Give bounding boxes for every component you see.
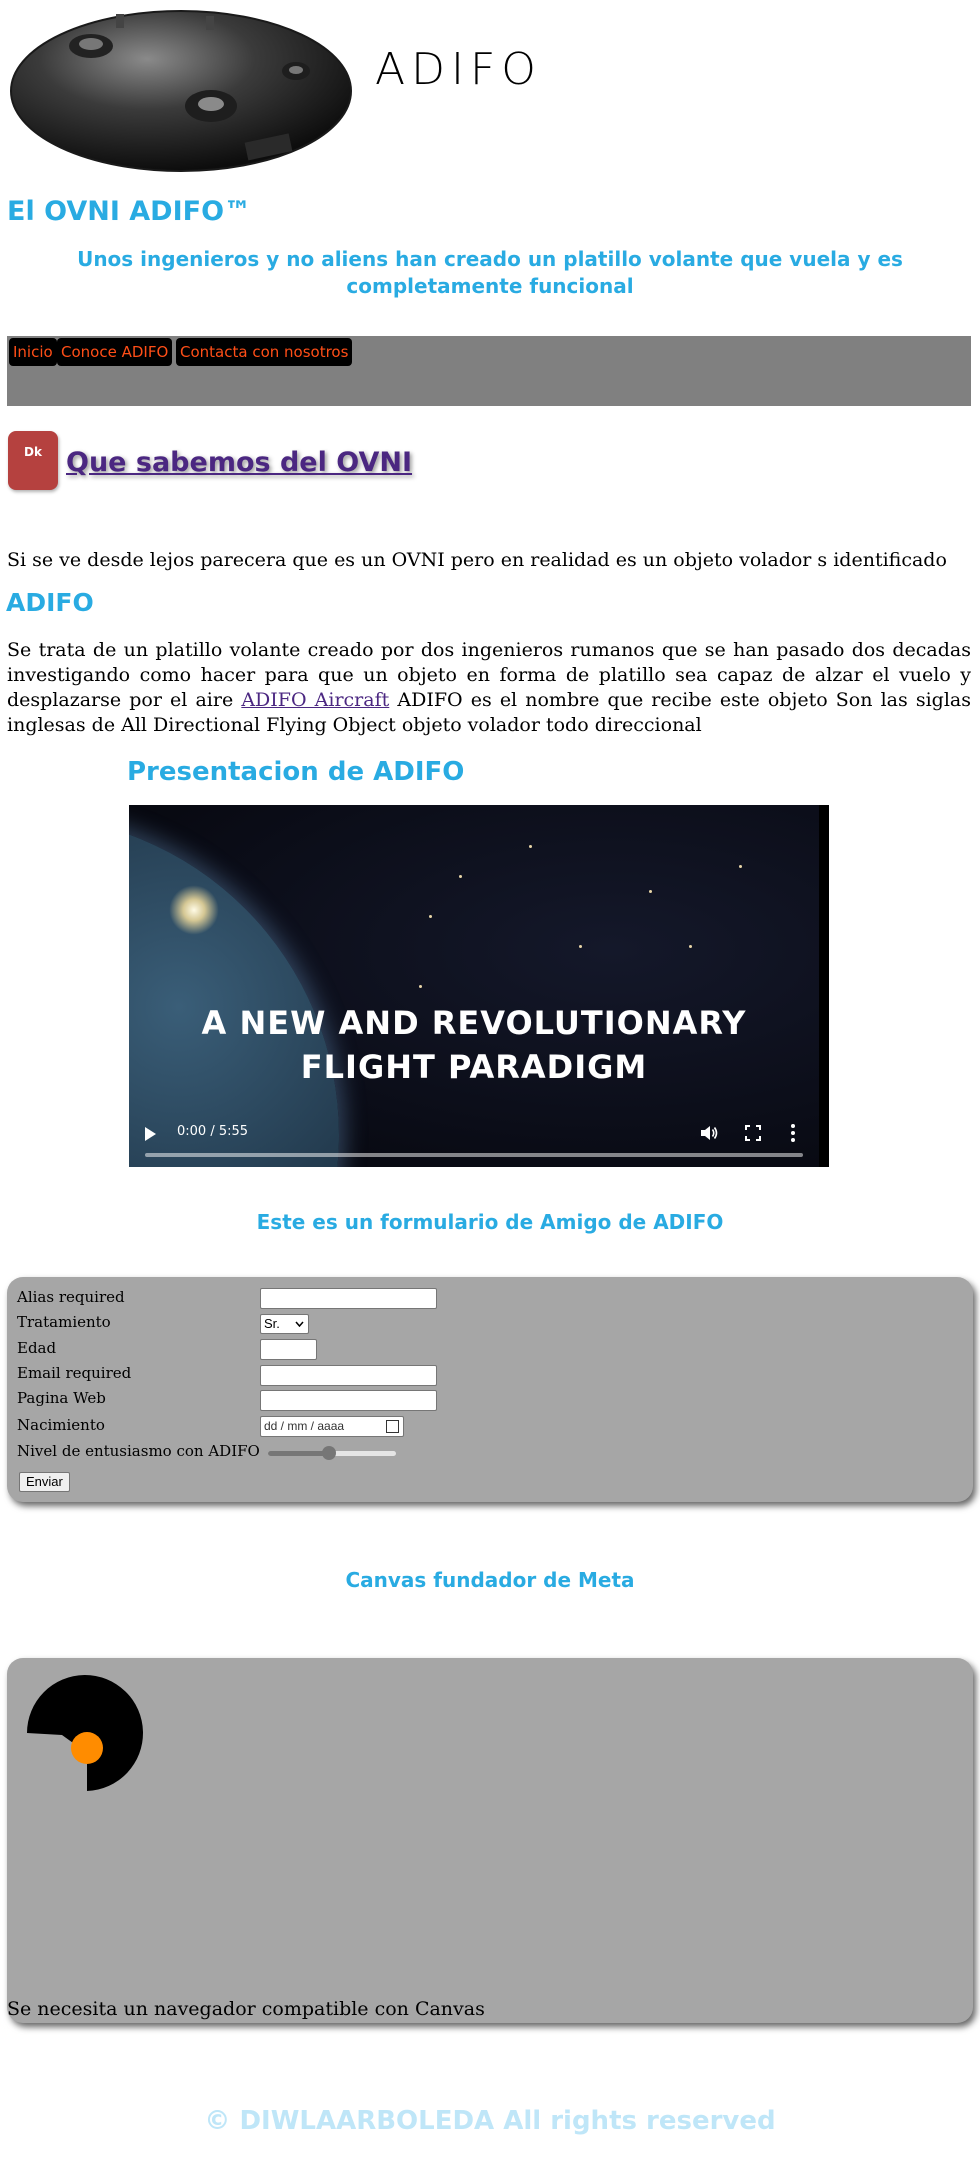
video-caption-line-1: A NEW AND REVOLUTIONARY	[201, 1004, 747, 1042]
dk-badge: Dk	[8, 431, 58, 490]
meta-logo-drawing	[27, 1675, 143, 1791]
play-icon[interactable]	[145, 1127, 156, 1141]
nav-link-contacta[interactable]: Contacta con nosotros	[176, 338, 353, 366]
tratamiento-select[interactable]: Sr.	[260, 1314, 309, 1334]
city-light	[739, 865, 742, 868]
edad-input[interactable]	[260, 1339, 317, 1360]
calendar-icon[interactable]	[386, 1420, 399, 1433]
video-player[interactable]: A NEW AND REVOLUTIONARY FLIGHT PARADIGM …	[129, 805, 829, 1167]
submit-button[interactable]: Enviar	[19, 1472, 70, 1492]
meta-canvas: Se necesita un navegador compatible con …	[7, 1658, 973, 2023]
city-light	[689, 945, 692, 948]
video-controls: 0:00 / 5:55	[129, 1105, 819, 1167]
canvas-fallback-text: Se necesita un navegador compatible con …	[7, 1998, 485, 2020]
friend-form: Alias required Tratamiento Sr. Edad Emai…	[7, 1277, 973, 1502]
web-label: Pagina Web	[17, 1389, 106, 1407]
alias-input[interactable]	[260, 1288, 437, 1309]
footer-copyright: © DIWLAARBOLEDA All rights reserved	[204, 2106, 776, 2136]
city-light	[649, 890, 652, 893]
chevron-down-icon	[295, 1321, 304, 1327]
ufo-logo	[10, 10, 352, 172]
nav-link-conoce-adifo[interactable]: Conoce ADIFO	[57, 338, 173, 366]
video-caption: A NEW AND REVOLUTIONARY FLIGHT PARADIGM	[129, 1001, 819, 1089]
video-caption-line-2: FLIGHT PARADIGM	[300, 1048, 648, 1086]
tratamiento-label: Tratamiento	[17, 1313, 111, 1331]
birthdate-placeholder: dd / mm / aaaa	[264, 1419, 345, 1433]
alias-label: Alias required	[17, 1288, 125, 1306]
city-light	[529, 845, 532, 848]
tagline: Unos ingenieros y no aliens han creado u…	[77, 247, 903, 298]
city-light	[579, 945, 582, 948]
email-input[interactable]	[260, 1365, 437, 1386]
video-time: 0:00 / 5:55	[177, 1124, 249, 1139]
city-light	[459, 875, 462, 878]
edad-label: Edad	[17, 1339, 57, 1357]
form-heading: Este es un formulario de Amigo de ADIFO	[256, 1210, 724, 1234]
canvas-heading: Canvas fundador de Meta	[345, 1568, 635, 1592]
adifo-aircraft-link[interactable]: ADIFO Aircraft	[241, 689, 389, 711]
tratamiento-selected-value: Sr.	[264, 1316, 280, 1331]
web-input[interactable]	[260, 1390, 437, 1411]
birthdate-input[interactable]: dd / mm / aaaa	[260, 1416, 404, 1437]
description-paragraph: Se trata de un platillo volante creado p…	[7, 638, 971, 738]
entusiasmo-label: Nivel de entusiasmo con ADIFO	[17, 1442, 260, 1460]
nav-bar: Inicio Conoce ADIFO Contacta con nosotro…	[7, 336, 971, 406]
video-progress-bar[interactable]	[145, 1153, 803, 1157]
email-label: Email required	[17, 1364, 132, 1382]
city-light	[419, 985, 422, 988]
page-title: El OVNI ADIFO™	[7, 196, 252, 227]
section-heading-link[interactable]: Que sabemos del OVNI	[66, 447, 412, 478]
nav-link-inicio[interactable]: Inicio	[9, 338, 57, 366]
volume-icon[interactable]	[699, 1123, 719, 1143]
enthusiasm-slider-thumb[interactable]	[322, 1446, 336, 1460]
sun-glare	[169, 885, 219, 935]
city-light	[429, 915, 432, 918]
intro-paragraph: Si se ve desde lejos parecera que es un …	[7, 549, 947, 571]
video-frame: A NEW AND REVOLUTIONARY FLIGHT PARADIGM …	[129, 805, 819, 1167]
enthusiasm-slider-fill	[268, 1451, 329, 1456]
nacimiento-label: Nacimiento	[17, 1416, 105, 1434]
fullscreen-icon[interactable]	[745, 1125, 761, 1141]
video-heading: Presentacion de ADIFO	[127, 757, 465, 787]
more-options-icon[interactable]	[789, 1123, 797, 1143]
adifo-heading: ADIFO	[6, 588, 94, 617]
brand-wordmark: ADIFO	[375, 44, 542, 95]
